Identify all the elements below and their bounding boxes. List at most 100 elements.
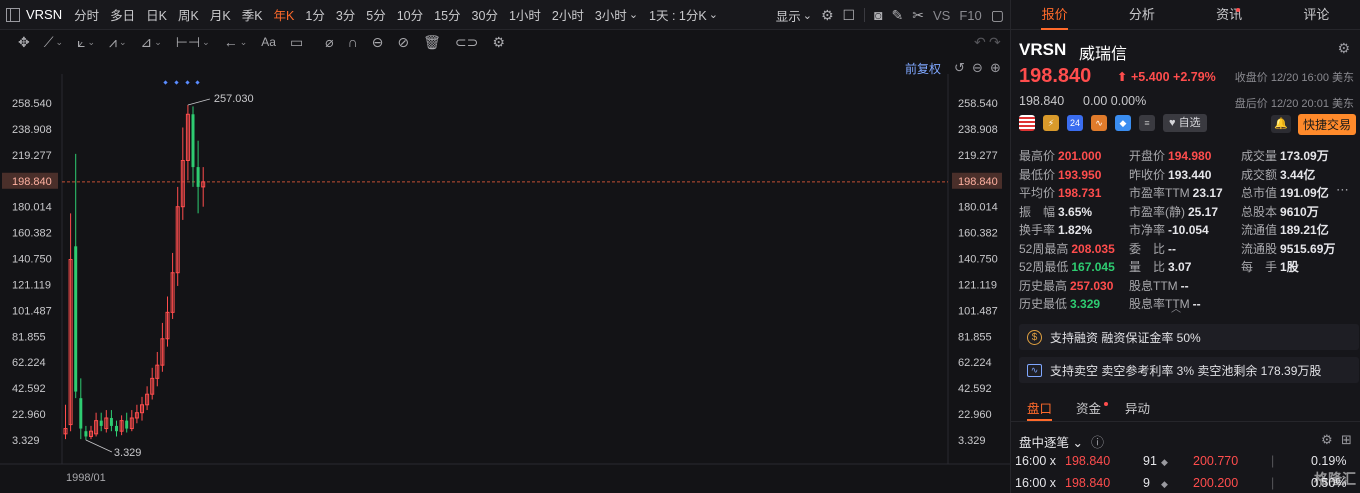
panel-tab[interactable]: 资讯 (1186, 0, 1273, 29)
period-tab[interactable]: 15分 (434, 5, 460, 24)
period-tab[interactable]: 3小时 (595, 5, 638, 24)
collapse-caret-icon[interactable]: ︿ (1171, 300, 1181, 315)
tag-icon[interactable]: ◆ (1115, 115, 1131, 131)
undo-icon[interactable]: ↶ (974, 34, 986, 51)
period-tab[interactable]: 季K (242, 5, 263, 24)
period-tab[interactable]: 周K (178, 5, 199, 24)
period-tab[interactable]: 月K (210, 5, 231, 24)
adjust-mode-button[interactable]: 前复权 (905, 60, 941, 77)
panel-tab[interactable]: 评论 (1273, 0, 1360, 29)
pen-icon[interactable]: ✎ (892, 7, 904, 24)
line-tool-icon[interactable]: ⟋ ⌄ (44, 34, 63, 51)
bell-icon[interactable]: 🔔 (1271, 115, 1291, 133)
magnet-icon[interactable]: ∩ (348, 34, 358, 50)
bottom-tab[interactable]: 资金 (1076, 398, 1109, 421)
period-tab[interactable]: 1小时 (509, 5, 541, 24)
low-label: 3.329 (114, 447, 142, 459)
text-tool-icon[interactable]: Aa (261, 35, 276, 49)
sidebar-toggle-icon[interactable] (6, 7, 20, 22)
stat-cell: 股息率TTM -- (1129, 295, 1201, 312)
period-tab[interactable]: 多日 (110, 5, 135, 24)
divider (864, 8, 866, 22)
ray-tool-icon[interactable]: ⟀ ⌄ (77, 34, 95, 51)
period-tab[interactable]: 日K (146, 5, 167, 24)
period-tab[interactable]: 2小时 (552, 5, 584, 24)
stat-label: 成交额 (1241, 167, 1278, 182)
bottom-tab-label: 异动 (1125, 402, 1151, 416)
period-tab[interactable]: 10分 (397, 5, 423, 24)
stat-value: 201.000 (1058, 149, 1102, 163)
short-card[interactable]: ∿ 支持卖空 卖空参考利率 3% 卖空池剩余 178.39万股 (1019, 357, 1359, 383)
panel-tab[interactable]: 分析 (1098, 0, 1185, 29)
link-icon[interactable]: ⊂⊃ (455, 34, 478, 51)
panel-tab[interactable]: 报价 (1011, 0, 1098, 30)
period-tab[interactable]: 分时 (74, 5, 99, 24)
y-tick-label-right: 160.382 (958, 228, 998, 240)
stats-row: 平均价 198.731 市盈率TTM 23.17 总市值 191.09亿 (1019, 184, 1359, 203)
bottom-tab[interactable]: 盘口 (1027, 398, 1053, 421)
kline-chart[interactable]: 258.540 258.540 238.908 238.908 219.277 219.2… (0, 54, 1010, 493)
settings-icon[interactable]: ⚙ (492, 34, 505, 51)
scissors-icon[interactable]: ✂ (912, 7, 924, 24)
stat-cell: 总股本 9610万 (1241, 203, 1319, 220)
range-tool-icon[interactable]: ⊢⊣ ⌄ (176, 34, 210, 51)
gear-icon[interactable]: ⚙ (1337, 40, 1350, 57)
window-icon[interactable]: ▢ (991, 7, 1004, 24)
reset-icon[interactable]: ↺ (954, 60, 965, 76)
toolbar-right: 显示 ⚙ ☐ ◙ ✎ ✂ VS F10 ▢ (776, 0, 1004, 30)
vs-button[interactable]: VS (933, 8, 950, 23)
period-tab[interactable]: 5分 (366, 5, 385, 24)
period-tab[interactable]: 1天 : 1分K (649, 5, 718, 24)
stats-row: 历史最高 257.030 股息TTM -- (1019, 277, 1359, 296)
period-tab[interactable]: 年K (274, 5, 295, 24)
event-marker (163, 80, 168, 85)
period-tab[interactable]: 3分 (336, 5, 355, 24)
redo-icon[interactable]: ↷ (989, 34, 1001, 51)
chart-canvas[interactable]: 258.540 258.540 238.908 238.908 219.277 219.2… (0, 54, 1010, 493)
more-icon[interactable]: ⋯ (1336, 182, 1349, 198)
y-tick-label-right: 121.119 (958, 279, 997, 291)
tick-title[interactable]: 盘中逐笔 ⌄ (1019, 432, 1083, 451)
chart-wave-icon[interactable]: ∿ (1091, 115, 1107, 131)
price-change: ⬆ +5.400 +2.79% (1117, 70, 1216, 84)
eraser-icon[interactable]: ⌀ (325, 34, 333, 51)
arrow-tool-icon[interactable]: ← ⌄ (224, 34, 248, 50)
ticker-label[interactable]: VRSN (26, 7, 62, 22)
measure-tool-icon[interactable]: ⊿ ⌄ (140, 34, 161, 51)
lightning-icon[interactable]: ⚡ (1043, 115, 1059, 131)
quick-trade-button[interactable]: 快捷交易 (1298, 114, 1357, 135)
f10-button[interactable]: F10 (959, 8, 981, 23)
hide-icon[interactable]: ⊘ (397, 34, 409, 51)
expand-icon[interactable]: ⊞ (1341, 432, 1352, 448)
after-hours-info: 盘后价 12/20 20:01 美东 (1234, 98, 1354, 110)
bottom-tab[interactable]: 异动 (1125, 398, 1150, 421)
display-menu[interactable]: 显示 (776, 6, 812, 25)
stat-value: 3.329 (1070, 297, 1101, 311)
move-cross-icon[interactable]: ✥ (18, 34, 30, 51)
comment-icon[interactable]: ▭ (290, 34, 303, 51)
gear-icon[interactable]: ⚙ (821, 7, 834, 24)
zoom-out-icon[interactable]: ⊖ (972, 60, 983, 76)
watchlist-button[interactable]: ♥ 自选 (1163, 114, 1207, 132)
margin-card[interactable]: $ 支持融资 融资保证金率 50% (1019, 324, 1359, 350)
camera-icon[interactable]: ◙ (874, 7, 882, 23)
y-tick-label-left: 3.329 (12, 435, 40, 447)
doc-icon[interactable]: ≡ (1139, 115, 1155, 131)
period-tab[interactable]: 30分 (472, 5, 498, 24)
info-icon[interactable]: ⓘ (1091, 432, 1104, 451)
period-tab[interactable]: 1分 (305, 5, 324, 24)
settings-icon[interactable]: ⚙ (1321, 432, 1333, 448)
stat-value: 23.17 (1192, 186, 1223, 200)
stat-label: 平均价 (1019, 186, 1056, 200)
wave-tool-icon[interactable]: ⩘ ⌄ (109, 34, 126, 51)
zoom-in-icon[interactable]: ⊕ (990, 60, 1001, 76)
y-tick-label-right: 62.224 (958, 357, 992, 369)
trash-icon[interactable]: 🗑 (423, 34, 441, 51)
y-tick-label-left: 219.277 (12, 150, 52, 162)
24h-icon[interactable]: 24 (1067, 115, 1083, 131)
stat-value: 173.09万 (1280, 149, 1329, 163)
layout-square-icon[interactable]: ☐ (843, 7, 856, 24)
margin-text: 支持融资 融资保证金率 50% (1050, 330, 1201, 345)
tick-row: 16:00 x 198.840 91 200.770 0.19% ◆ | (1015, 454, 1360, 472)
eye-icon[interactable]: ⊖ (372, 34, 384, 51)
